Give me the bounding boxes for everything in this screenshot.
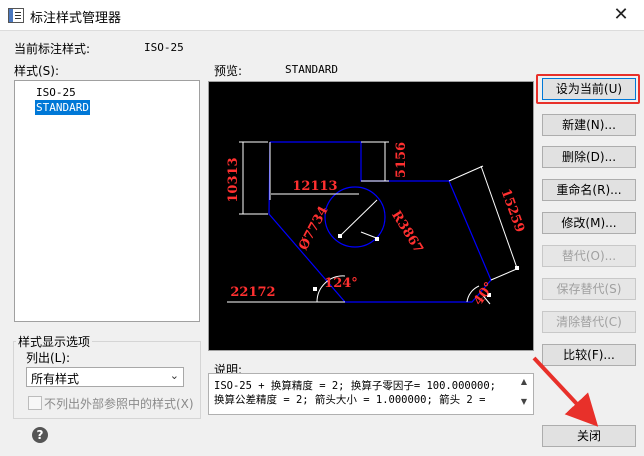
annotation-arrow: [532, 356, 599, 427]
help-icon[interactable]: ?: [32, 427, 48, 443]
arrow-line: [532, 356, 599, 427]
